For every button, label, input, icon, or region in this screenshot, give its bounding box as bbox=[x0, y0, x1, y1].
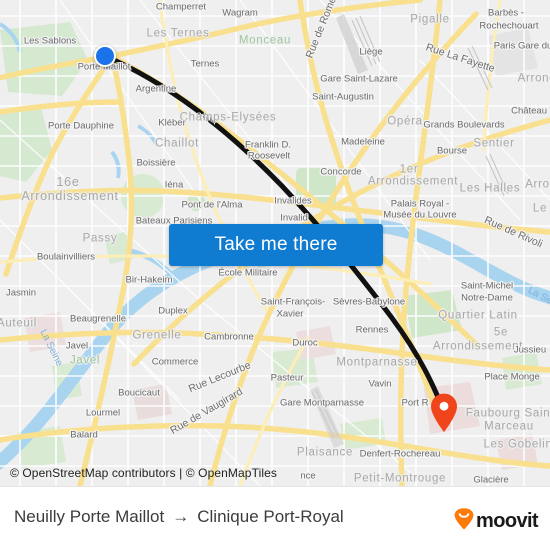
moovit-wordmark: moovit bbox=[476, 510, 539, 532]
origin-label: Neuilly Porte Maillot bbox=[14, 507, 165, 526]
arrow-icon: → bbox=[172, 507, 190, 526]
route-summary: Neuilly Porte Maillot → Clinique Port-Ro… bbox=[14, 507, 344, 527]
map-share-card: Champerret Wagram Les Ternes Monceau Pigalle… bbox=[0, 0, 550, 550]
origin-marker[interactable] bbox=[94, 45, 116, 67]
destination-label: Clinique Port-Royal bbox=[197, 507, 344, 526]
footer-bar: Neuilly Porte Maillot → Clinique Port-Ro… bbox=[0, 486, 550, 550]
moovit-logo[interactable]: moovit bbox=[454, 508, 539, 535]
moovit-pin-icon bbox=[454, 508, 474, 535]
take-me-there-button[interactable]: Take me there bbox=[169, 224, 383, 266]
map-canvas[interactable]: Champerret Wagram Les Ternes Monceau Pigalle… bbox=[0, 0, 550, 486]
map-attribution: © OpenStreetMap contributors | © OpenMap… bbox=[10, 466, 277, 480]
destination-marker[interactable] bbox=[430, 393, 458, 433]
